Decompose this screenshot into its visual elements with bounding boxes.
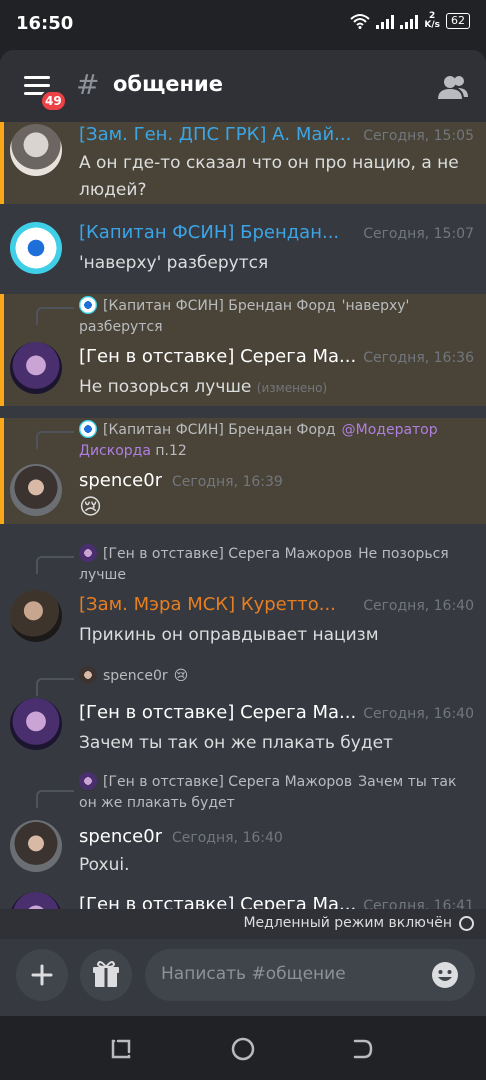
reply-author: [Капитан ФСИН] Брендан Форд [103,422,336,438]
message-author[interactable]: [Ген в отставке] Серега Ма... [79,702,356,723]
notification-badge: 49 [40,90,67,112]
message-item[interactable]: [Капитан ФСИН] Брендан Форд'наверху' раз… [0,294,486,406]
wifi-icon [350,14,371,29]
back-icon[interactable] [352,1038,374,1060]
status-bar: 16:50 2 K/s 62 [0,0,486,50]
message-timestamp: Сегодня, 15:05 [363,128,474,144]
hash-icon: # [76,68,100,101]
message-timestamp: Сегодня, 16:41 [363,898,474,909]
reply-avatar [79,296,97,314]
avatar[interactable] [10,820,62,872]
emoji-picker-icon[interactable] [431,961,459,989]
message-input-placeholder: Написать #общение [161,964,346,984]
message-timestamp: Сегодня, 16:36 [363,350,474,366]
channel-title: общение [113,72,224,96]
message-item[interactable]: spence0r 😢 [Ген в отставке] Серега Ма... … [0,662,486,762]
avatar[interactable] [10,124,62,176]
slowmode-bar: Медленный режим включён [0,909,486,939]
message-author[interactable]: [Ген в отставке] Серега Ма... [79,894,356,909]
message-text: Не позорься лучше (изменено) [79,377,328,397]
reply-connector [36,790,74,808]
message-item[interactable]: [Ген в отставке] Серега Ма... Сегодня, 1… [0,888,486,909]
reply-avatar [79,772,97,790]
message-text: Poxui. [79,855,130,875]
timer-icon [459,916,474,931]
avatar[interactable] [10,342,62,394]
avatar[interactable] [10,590,62,642]
message-item[interactable]: [Зам. Ген. ДПС ГРК] А. Май... Сегодня, 1… [0,122,486,204]
avatar[interactable] [10,698,62,750]
composer: Написать #общение [0,939,486,1016]
slowmode-text: Медленный режим включён [243,915,452,931]
message-timestamp: Сегодня, 16:40 [363,598,474,614]
recent-apps-icon[interactable] [110,1038,132,1060]
signal-icon [376,13,395,29]
plus-icon [31,964,53,986]
message-item[interactable]: [Ген в отставке] Серега Мажоров Не позорь… [0,538,486,650]
app-frame: 49 # общение [Зам. Ген. ДПС ГРК] А. Май.… [0,50,486,1016]
reply-preview[interactable]: [Капитан ФСИН] Брендан Форд @Модератор Ди… [79,420,474,462]
avatar[interactable] [10,222,62,274]
message-item[interactable]: [Ген в отставке] Серега Мажоров Зачем ты … [0,772,486,884]
reply-connector [36,307,74,325]
message-timestamp: Сегодня, 16:39 [172,474,283,490]
message-input[interactable]: Написать #общение [145,949,475,1001]
members-icon[interactable] [438,72,468,102]
message-text: 'наверху' разберутся [79,253,269,273]
gift-icon [93,961,119,987]
system-nav-bar [0,1016,486,1080]
battery-icon: 62 [446,13,470,29]
reply-avatar [79,420,97,438]
channel-header: 49 # общение [0,50,486,122]
message-text: 😢 [79,495,102,520]
message-author[interactable]: [Зам. Ген. ДПС ГРК] А. Май... [79,124,351,145]
message-item[interactable]: [Капитан ФСИН] Брендан... Сегодня, 15:07… [0,204,486,294]
message-item[interactable]: [Капитан ФСИН] Брендан Форд @Модератор Ди… [0,418,486,524]
message-text: Зачем ты так он же плакать будет [79,733,393,753]
edited-label: (изменено) [256,381,328,395]
reply-preview[interactable]: spence0r 😢 [79,666,474,687]
message-list[interactable]: [Зам. Ген. ДПС ГРК] А. Май... Сегодня, 1… [0,122,486,909]
reply-connector [36,431,74,449]
net-speed: 2 K/s [424,11,440,30]
reply-preview[interactable]: [Капитан ФСИН] Брендан Форд'наверху' раз… [79,296,474,338]
reply-avatar [79,544,97,562]
reply-preview[interactable]: [Ген в отставке] Серега Мажоров Не позорь… [79,544,474,586]
reply-preview[interactable]: [Ген в отставке] Серега Мажоров Зачем ты … [79,772,474,814]
message-timestamp: Сегодня, 16:40 [363,706,474,722]
message-author[interactable]: [Зам. Мэра МСК] Куретто... [79,594,336,615]
reply-connector [36,556,74,574]
avatar[interactable] [10,892,62,909]
reply-author: [Капитан ФСИН] Брендан Форд [103,298,336,314]
reply-text: 😢 [173,668,189,684]
reply-connector [36,678,74,696]
message-author[interactable]: spence0r [79,470,162,491]
reply-author: [Ген в отставке] Серега Мажоров [103,546,353,562]
message-text: Прикинь он оправдывает нацизм [79,625,379,645]
message-text: А он где-то сказал что он про нацию, а н… [79,153,459,200]
reply-text: п.12 [155,443,187,459]
status-icons: 2 K/s 62 [350,12,470,30]
reply-avatar [79,666,97,684]
signal-icon-2 [400,13,419,29]
message-author[interactable]: spence0r [79,826,162,847]
avatar[interactable] [10,464,62,516]
clock: 16:50 [16,13,74,34]
message-author[interactable]: [Капитан ФСИН] Брендан... [79,222,339,243]
message-author[interactable]: [Ген в отставке] Серега Ма... [79,346,356,367]
message-timestamp: Сегодня, 15:07 [363,226,474,242]
add-attachment-button[interactable] [16,949,68,1001]
message-timestamp: Сегодня, 16:40 [172,830,283,846]
reply-author: [Ген в отставке] Серега Мажоров [103,774,353,790]
home-icon[interactable] [231,1037,255,1061]
gift-button[interactable] [80,949,132,1001]
reply-author: spence0r [103,668,168,684]
